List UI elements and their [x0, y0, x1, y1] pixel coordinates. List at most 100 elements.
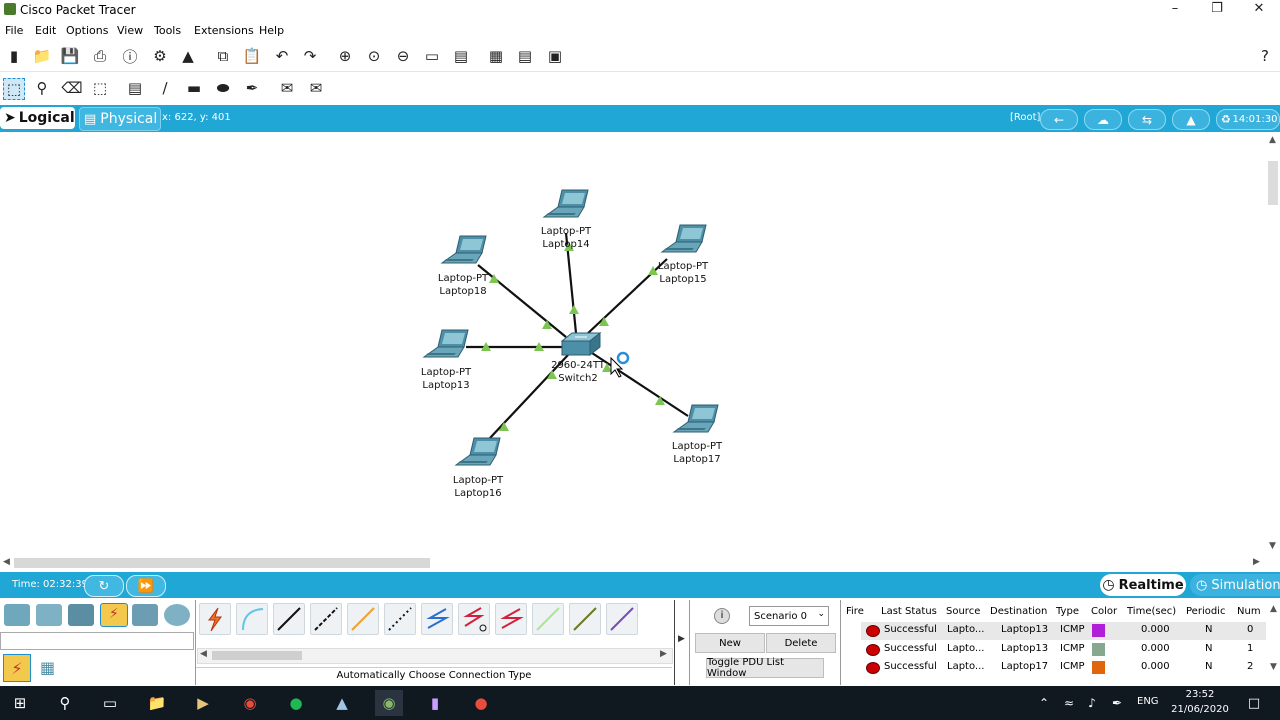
close-button[interactable]: ✕ [1238, 0, 1280, 20]
draw-rectangle-icon[interactable]: ▬ [184, 78, 204, 98]
recorder-icon[interactable]: ● [467, 690, 495, 716]
tab-logical[interactable]: ➤ Logical [0, 107, 75, 129]
tab-physical[interactable]: ▤ Physical [79, 107, 161, 131]
column-header-fire[interactable]: Fire [846, 606, 864, 617]
laptop13-icon[interactable] [423, 329, 469, 358]
select-tool-icon[interactable]: ⬚ [3, 78, 25, 100]
scroll-down-icon[interactable]: ▼ [1270, 662, 1277, 672]
menu-options[interactable]: Options [66, 24, 108, 37]
custom-devices-icon[interactable]: ▤ [451, 46, 471, 66]
freeform-pen-icon[interactable]: ✒ [242, 78, 262, 98]
column-header-num[interactable]: Num [1237, 606, 1261, 617]
delete-scenario-button[interactable]: Delete [766, 633, 836, 653]
column-header-color[interactable]: Color [1091, 606, 1117, 617]
column-header-last-status[interactable]: Last Status [881, 606, 937, 617]
resize-shape-icon[interactable]: ⬚ [90, 78, 110, 98]
vertical-scroll-thumb[interactable] [1268, 161, 1278, 205]
iot-custom-cable-icon[interactable] [569, 603, 601, 635]
root-breadcrumb[interactable]: [Root] [1010, 112, 1040, 123]
move-object-button[interactable]: ⇆ [1128, 109, 1166, 130]
drawing-palette-icon[interactable]: ▭ [422, 46, 442, 66]
fast-forward-button[interactable]: ⏩ [126, 575, 166, 597]
file-explorer-icon[interactable]: 📁 [143, 690, 171, 716]
horizontal-scrollbar[interactable]: ◀ ▶ [0, 556, 1266, 570]
usb-cable-icon[interactable] [606, 603, 638, 635]
volume-icon[interactable]: ♪ [1081, 690, 1103, 716]
table-row[interactable]: Successful Lapto... Laptop13 ICMP 0.000 … [861, 622, 1266, 640]
premiere-icon[interactable]: ▮ [421, 690, 449, 716]
zoom-reset-icon[interactable]: ⊙ [364, 46, 384, 66]
draw-ellipse-icon[interactable]: ⬬ [213, 78, 233, 98]
scroll-left-icon[interactable]: ◀ [200, 649, 207, 659]
add-complex-pdu-icon[interactable]: ✉ [306, 78, 326, 98]
set-tiled-background-button[interactable]: ▲ [1172, 109, 1210, 130]
column-header-source[interactable]: Source [946, 606, 980, 617]
place-note-icon[interactable]: ▤ [125, 78, 145, 98]
copper-cross-over-icon[interactable] [310, 603, 342, 635]
table-row[interactable]: Successful Lapto... Laptop13 ICMP 0.000 … [861, 641, 1266, 659]
end-devices-icon[interactable] [36, 604, 62, 626]
copper-straight-through-icon[interactable] [273, 603, 305, 635]
save-icon[interactable]: 💾 [60, 46, 80, 66]
windows-start-icon[interactable]: ⊞ [6, 690, 34, 716]
logical-workspace[interactable]: Laptop-PT Laptop14 Laptop-PT Laptop15 La… [0, 133, 1266, 556]
fire-pdu-icon[interactable] [866, 662, 880, 674]
menu-help[interactable]: Help [259, 24, 284, 37]
notification-icon[interactable]: □ [1240, 690, 1268, 716]
serial-dce-icon[interactable] [458, 603, 490, 635]
multiuser-connection-icon[interactable] [164, 604, 190, 626]
app-icon[interactable]: ▲ [328, 690, 356, 716]
column-header-destination[interactable]: Destination [990, 606, 1047, 617]
scroll-right-icon[interactable]: ▶ [1253, 557, 1260, 567]
fire-pdu-icon[interactable] [866, 625, 880, 637]
vertical-scrollbar[interactable]: ▲ ▼ [1266, 133, 1280, 556]
wifi-icon[interactable]: ≈ [1058, 690, 1080, 716]
connections-category-icon[interactable]: ⚡ [100, 603, 128, 627]
simulation-mode-button[interactable]: ◷ Simulation [1190, 574, 1280, 596]
laptop15-icon[interactable] [661, 224, 707, 253]
notes-icon[interactable]: ▦ [486, 46, 506, 66]
column-header-periodic[interactable]: Periodic [1186, 606, 1225, 617]
network-devices-icon[interactable] [4, 604, 30, 626]
show-hidden-icons[interactable]: ⌃ [1034, 690, 1054, 716]
laptop18-icon[interactable] [441, 235, 487, 264]
device-template-icon[interactable]: ▤ [515, 46, 535, 66]
menu-tools[interactable]: Tools [154, 24, 181, 37]
help-icon[interactable]: ? [1255, 46, 1275, 66]
components-icon[interactable] [68, 604, 94, 626]
laptop14-icon[interactable] [543, 189, 589, 218]
scroll-up-icon[interactable]: ▲ [1270, 604, 1277, 614]
zoom-in-icon[interactable]: ⊕ [335, 46, 355, 66]
realtime-mode-button[interactable]: ◷ Realtime [1100, 574, 1186, 596]
scroll-right-icon[interactable]: ▶ [660, 649, 667, 659]
laptop17-icon[interactable] [673, 404, 719, 433]
menu-edit[interactable]: Edit [35, 24, 56, 37]
open-folder-icon[interactable]: 📁 [32, 46, 52, 66]
redo-icon[interactable]: ↷ [300, 46, 320, 66]
auto-connection-icon[interactable] [199, 603, 231, 635]
paste-icon[interactable]: 📋 [242, 46, 262, 66]
back-arrow-button[interactable]: ← [1040, 109, 1078, 130]
delete-icon[interactable]: ⌫ [61, 78, 82, 98]
print-icon[interactable]: ⎙ [90, 46, 110, 66]
connection-scroll-thumb[interactable] [212, 651, 302, 660]
add-simple-pdu-icon[interactable]: ✉ [277, 78, 297, 98]
scenario-select[interactable]: Scenario 0 ⌄ [749, 606, 829, 626]
zoom-out-icon[interactable]: ⊖ [393, 46, 413, 66]
language-indicator[interactable]: ENG [1137, 696, 1159, 707]
packet-tracer-taskbar-icon[interactable]: ◉ [375, 690, 403, 716]
spotify-icon[interactable]: ● [282, 690, 310, 716]
network-wizard-icon[interactable]: ⚙ [150, 46, 170, 66]
octal-cable-icon[interactable] [532, 603, 564, 635]
pen-icon[interactable]: ✒ [1106, 690, 1128, 716]
menu-extensions[interactable]: Extensions [194, 24, 254, 37]
grid-icon[interactable]: ▦ [40, 658, 58, 677]
restore-button[interactable]: ❐ [1196, 0, 1238, 20]
scroll-down-icon[interactable]: ▼ [1269, 541, 1276, 551]
fire-pdu-icon[interactable] [866, 644, 880, 656]
viewport-clock-button[interactable]: ♻ 14:01:30 [1216, 109, 1280, 130]
undo-icon[interactable]: ↶ [272, 46, 292, 66]
screenshot-icon[interactable]: ▣ [545, 46, 565, 66]
column-header-type[interactable]: Type [1056, 606, 1079, 617]
scroll-left-icon[interactable]: ◀ [3, 557, 10, 567]
